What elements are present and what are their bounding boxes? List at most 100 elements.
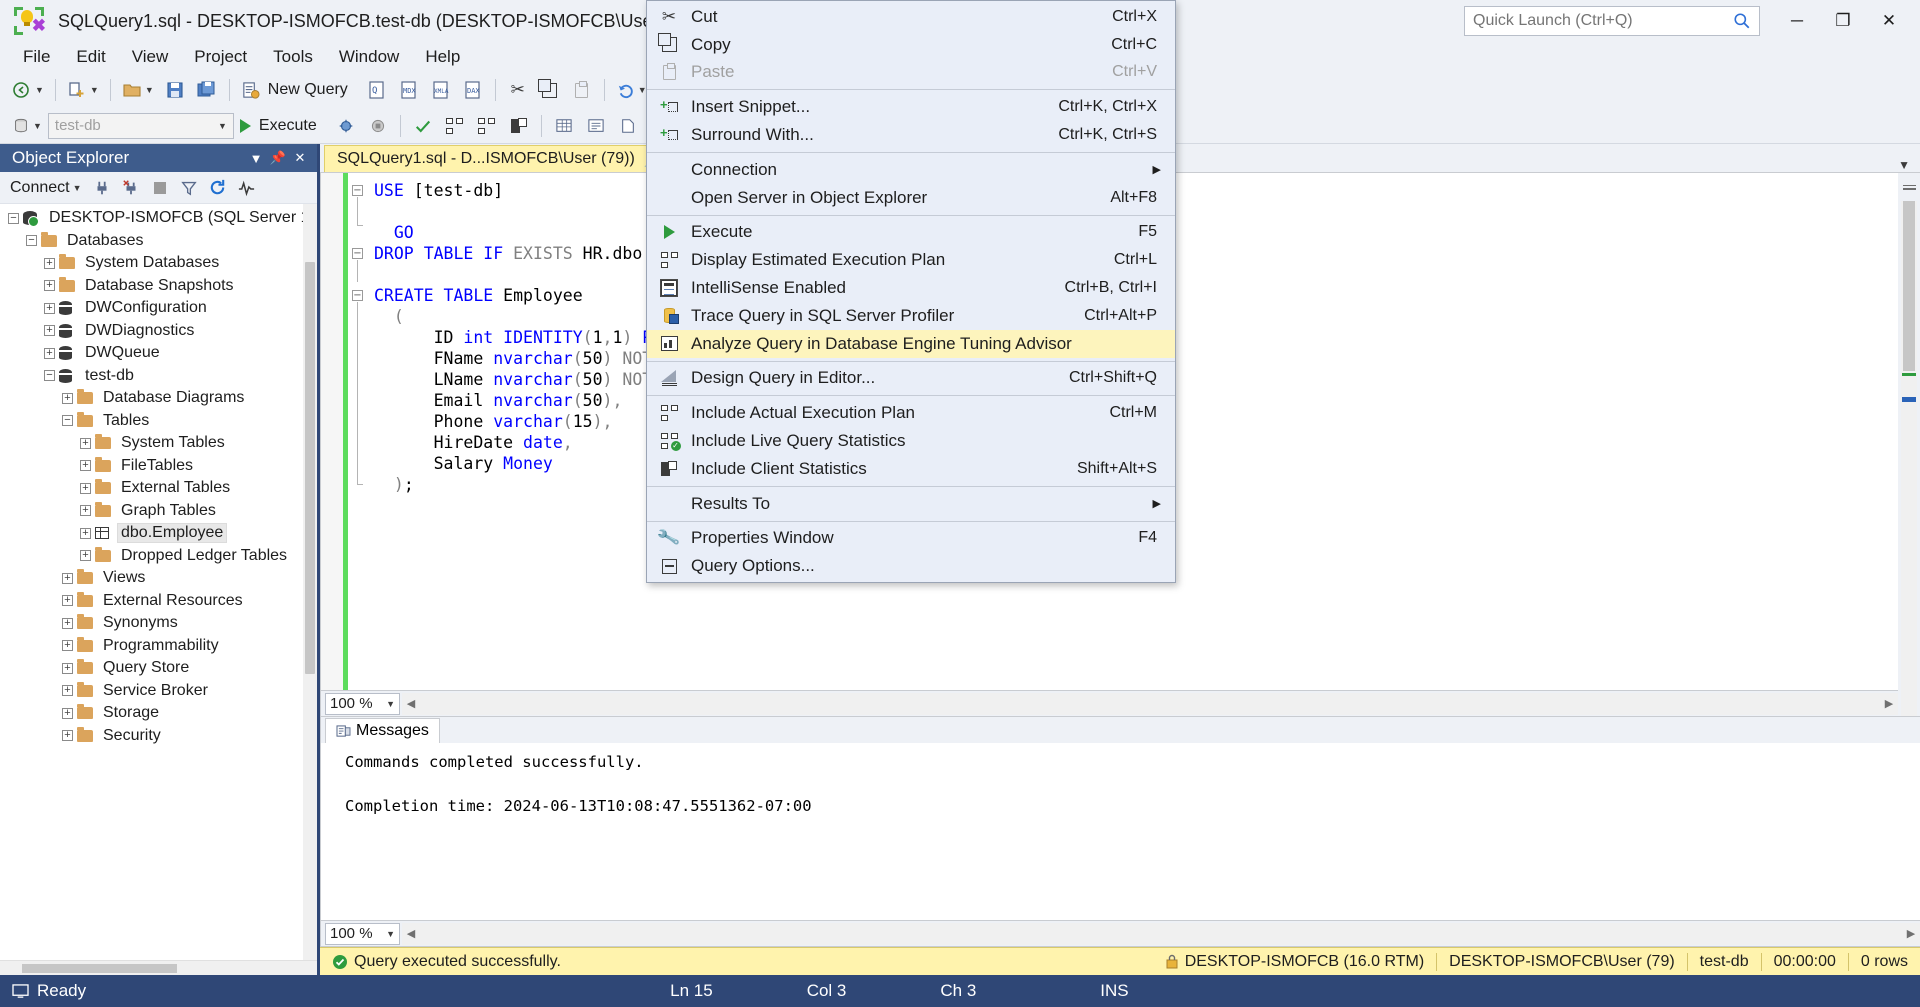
tree-node[interactable]: + Database Snapshots bbox=[0, 275, 317, 298]
tree-node[interactable]: + Database Diagrams bbox=[0, 387, 317, 410]
tree-expander-icon[interactable]: + bbox=[60, 638, 75, 653]
pin-icon[interactable]: 📌 bbox=[267, 150, 289, 166]
menu-file[interactable]: File bbox=[10, 43, 63, 71]
results-to-text-button[interactable] bbox=[581, 111, 611, 141]
tree-expander-icon[interactable]: + bbox=[42, 346, 57, 361]
cancel-query-button[interactable] bbox=[363, 111, 393, 141]
tab-sqlquery1[interactable]: SQLQuery1.sql - D...ISMOFCB\User (79)) 📌… bbox=[324, 145, 694, 172]
menu-item-include-client-statistics[interactable]: Include Client Statistics Shift+Alt+S bbox=[647, 455, 1175, 483]
tree-node[interactable]: − DESKTOP-ISMOFCB (SQL Server 16.0.1 bbox=[0, 207, 317, 230]
chevron-down-icon[interactable]: ▼ bbox=[245, 151, 267, 166]
tree-expander-icon[interactable]: + bbox=[60, 683, 75, 698]
new-query-mdx-button[interactable]: MDX bbox=[394, 75, 424, 105]
tree-node[interactable]: + Views bbox=[0, 567, 317, 590]
new-item-button[interactable]: ▼ bbox=[63, 75, 103, 105]
copy-toolbar-button[interactable] bbox=[535, 75, 565, 105]
save-all-button[interactable] bbox=[192, 75, 222, 105]
tree-node[interactable]: + Query Store bbox=[0, 657, 317, 680]
tree-node[interactable]: + External Resources bbox=[0, 590, 317, 613]
menu-item-properties-window[interactable]: 🔧 Properties Window F4 bbox=[647, 525, 1175, 553]
scroll-left-icon[interactable]: ◀ bbox=[402, 927, 420, 940]
scroll-right-icon[interactable]: ▶ bbox=[1880, 697, 1898, 710]
tree-node[interactable]: + dbo.Employee bbox=[0, 522, 317, 545]
tree-expander-icon[interactable]: + bbox=[78, 481, 93, 496]
database-combo[interactable]: test-db ▼ bbox=[47, 112, 234, 139]
tree-node[interactable]: + System Tables bbox=[0, 432, 317, 455]
new-query-dw-button[interactable]: Q bbox=[362, 75, 392, 105]
tree-expander-icon[interactable]: + bbox=[42, 323, 57, 338]
editor-context-menu[interactable]: ✂ Cut Ctrl+X Copy Ctrl+C Paste Ctrl+V + Insert S… bbox=[646, 0, 1176, 584]
tree-expander-icon[interactable]: + bbox=[60, 593, 75, 608]
cut-toolbar-button[interactable]: ✂ bbox=[503, 75, 533, 105]
menu-item-include-actual-execution-plan[interactable]: Include Actual Execution Plan Ctrl+M bbox=[647, 399, 1175, 427]
restore-button[interactable]: ❐ bbox=[1820, 0, 1866, 42]
new-query-xmla-button[interactable]: XMLA bbox=[426, 75, 456, 105]
tree-expander-icon[interactable]: + bbox=[60, 706, 75, 721]
undo-button[interactable]: ▼ bbox=[612, 75, 651, 105]
new-query-dax-button[interactable]: DAX bbox=[458, 75, 488, 105]
menu-window[interactable]: Window bbox=[326, 43, 412, 71]
tree-expander-icon[interactable]: + bbox=[60, 391, 75, 406]
tree-expander-icon[interactable]: + bbox=[60, 616, 75, 631]
menu-item-results-to[interactable]: Results To ▶ bbox=[647, 490, 1175, 518]
open-file-button[interactable]: ▼ bbox=[118, 75, 158, 105]
tree-expander-icon[interactable]: − bbox=[6, 211, 21, 226]
object-explorer-vscrollbar[interactable] bbox=[303, 204, 317, 960]
tree-node[interactable]: + Dropped Ledger Tables bbox=[0, 545, 317, 568]
tree-node[interactable]: + DWConfiguration bbox=[0, 297, 317, 320]
tree-node[interactable]: + System Databases bbox=[0, 252, 317, 275]
tree-node[interactable]: + Service Broker bbox=[0, 680, 317, 703]
menu-view[interactable]: View bbox=[119, 43, 182, 71]
menu-item-connection[interactable]: Connection ▶ bbox=[647, 156, 1175, 184]
tree-node[interactable]: + Graph Tables bbox=[0, 500, 317, 523]
tree-node[interactable]: − Databases bbox=[0, 230, 317, 253]
menu-item-surround-with[interactable]: + Surround With... Ctrl+K, Ctrl+S bbox=[647, 121, 1175, 149]
parse-button[interactable] bbox=[408, 111, 438, 141]
close-icon[interactable]: ✕ bbox=[289, 150, 311, 166]
available-databases-combo-icon[interactable]: ▼ bbox=[8, 111, 46, 141]
minimize-button[interactable]: ─ bbox=[1774, 0, 1820, 42]
close-button[interactable]: ✕ bbox=[1866, 0, 1912, 42]
connect-button[interactable]: Connect ▼ bbox=[6, 179, 86, 197]
menu-item-design-query-in-editor[interactable]: Design Query in Editor... Ctrl+Shift+Q bbox=[647, 365, 1175, 393]
tree-node[interactable]: + DWQueue bbox=[0, 342, 317, 365]
debug-button[interactable] bbox=[331, 111, 361, 141]
split-view-handle[interactable] bbox=[1900, 176, 1918, 198]
menu-item-trace-query-in-sql-server-profiler[interactable]: Trace Query in SQL Server Profiler Ctrl+A… bbox=[647, 302, 1175, 330]
results-zoom-combo[interactable]: 100 % ▼ bbox=[325, 922, 400, 945]
tree-expander-icon[interactable]: + bbox=[42, 301, 57, 316]
menu-item-analyze-query-in-database-engine-tuning-advisor[interactable]: Analyze Query in Database Engine Tuning … bbox=[647, 329, 1175, 358]
tree-expander-icon[interactable]: − bbox=[42, 368, 57, 383]
disconnect-icon[interactable] bbox=[118, 175, 144, 201]
scroll-left-icon[interactable]: ◀ bbox=[402, 697, 420, 710]
tree-expander-icon[interactable]: + bbox=[42, 256, 57, 271]
filter-icon[interactable] bbox=[176, 175, 202, 201]
editor-vscrollbar[interactable] bbox=[1901, 201, 1917, 716]
tree-expander-icon[interactable]: − bbox=[24, 233, 39, 248]
tree-expander-icon[interactable]: + bbox=[78, 503, 93, 518]
menu-edit[interactable]: Edit bbox=[63, 43, 118, 71]
quick-launch-input[interactable] bbox=[1473, 12, 1733, 30]
menu-item-insert-snippet[interactable]: + Insert Snippet... Ctrl+K, Ctrl+X bbox=[647, 93, 1175, 121]
navigate-back-button[interactable]: ▼ bbox=[8, 75, 48, 105]
outline-gutter[interactable]: − − − bbox=[348, 173, 368, 690]
menu-tools[interactable]: Tools bbox=[260, 43, 326, 71]
tree-expander-icon[interactable]: − bbox=[60, 413, 75, 428]
tree-node[interactable]: − test-db bbox=[0, 365, 317, 388]
scroll-right-icon[interactable]: ▶ bbox=[1902, 927, 1920, 940]
menu-item-open-server-in-object-explorer[interactable]: Open Server in Object Explorer Alt+F8 bbox=[647, 184, 1175, 212]
menu-item-include-live-query-statistics[interactable]: ✓ Include Live Query Statistics bbox=[647, 427, 1175, 455]
tree-node[interactable]: + DWDiagnostics bbox=[0, 320, 317, 343]
paste-toolbar-button[interactable] bbox=[567, 75, 597, 105]
display-estimated-plan-button[interactable] bbox=[440, 111, 470, 141]
tab-list-chevron-icon[interactable]: ▼ bbox=[1898, 158, 1910, 172]
tree-node[interactable]: + Programmability bbox=[0, 635, 317, 658]
tree-expander-icon[interactable]: + bbox=[78, 458, 93, 473]
menu-item-intellisense-enabled[interactable]: IntelliSense Enabled Ctrl+B, Ctrl+I bbox=[647, 274, 1175, 302]
tree-expander-icon[interactable]: + bbox=[60, 728, 75, 743]
execute-button[interactable]: Execute bbox=[236, 111, 329, 141]
menu-project[interactable]: Project bbox=[181, 43, 260, 71]
tree-expander-icon[interactable]: + bbox=[60, 661, 75, 676]
tree-node[interactable]: + FileTables bbox=[0, 455, 317, 478]
editor-hscrollbar[interactable]: ◀ ▶ bbox=[402, 692, 1898, 715]
